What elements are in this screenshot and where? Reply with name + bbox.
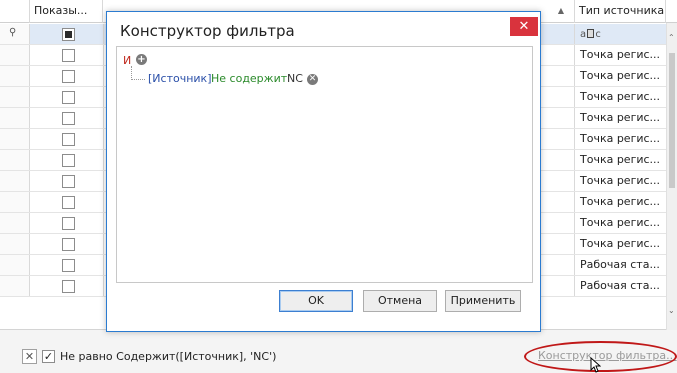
tree-connector-horizontal (131, 79, 145, 80)
cell-source-type[interactable]: Точка регис... (574, 45, 666, 65)
mouse-pointer-icon (590, 357, 601, 373)
filter-cell-source-type[interactable]: ac (574, 24, 666, 44)
column-separator (103, 66, 104, 86)
close-button[interactable]: ✕ (510, 17, 538, 36)
scrollbar-thumb[interactable] (669, 53, 675, 188)
row-checkbox[interactable] (62, 259, 75, 272)
scroll-down-icon[interactable]: ⌄ (668, 306, 675, 315)
filter-glyph-right: c (595, 29, 602, 40)
row-indicator (0, 87, 30, 107)
text-filter-icon: ac (580, 29, 601, 40)
condition-value[interactable]: NC (287, 72, 303, 85)
row-indicator (0, 213, 30, 233)
row-checkbox[interactable] (62, 154, 75, 167)
row-checkbox[interactable] (62, 91, 75, 104)
row-checkbox[interactable] (62, 112, 75, 125)
cell-source-type[interactable]: Рабочая ста... (574, 255, 666, 275)
row-checkbox[interactable] (62, 175, 75, 188)
cancel-button[interactable]: Отмена (363, 290, 437, 312)
row-checkbox[interactable] (62, 280, 75, 293)
cell-source-type[interactable]: Точка регис... (574, 213, 666, 233)
row-checkbox[interactable] (62, 133, 75, 146)
row-indicator (0, 276, 30, 296)
cell-source-type[interactable]: Точка регис... (574, 108, 666, 128)
row-indicator (0, 108, 30, 128)
clear-filter-button[interactable]: ✕ (22, 349, 37, 364)
column-separator (103, 171, 104, 191)
column-separator (103, 24, 104, 44)
cell-source-type[interactable]: Рабочая ста... (574, 276, 666, 296)
ok-button[interactable]: OK (279, 290, 353, 312)
cell-source-type[interactable]: Точка регис... (574, 192, 666, 212)
column-separator (103, 45, 104, 65)
cell-source-type[interactable]: Точка регис... (574, 150, 666, 170)
column-separator (103, 213, 104, 233)
cell-source-type[interactable]: Точка регис... (574, 171, 666, 191)
filter-expression-text[interactable]: Не равно Содержит([Источник], 'NC') (60, 350, 276, 363)
row-indicator (0, 129, 30, 149)
cell-source-type[interactable]: Точка регис... (574, 66, 666, 86)
condition-field[interactable]: [Источник] (148, 72, 211, 85)
column-separator (103, 87, 104, 107)
filter-checkbox[interactable] (62, 28, 75, 41)
column-separator (103, 150, 104, 170)
row-checkbox[interactable] (62, 238, 75, 251)
row-checkbox[interactable] (62, 217, 75, 230)
filter-glyph-left: a (580, 29, 587, 40)
column-separator (103, 192, 104, 212)
row-indicator (0, 45, 30, 65)
filter-enabled-checkbox[interactable]: ✓ (42, 350, 55, 363)
row-checkbox[interactable] (62, 196, 75, 209)
tree-connector (131, 66, 132, 80)
column-separator (103, 255, 104, 275)
row-indicator (0, 192, 30, 212)
cell-source-type[interactable]: Точка регис... (574, 129, 666, 149)
column-separator (103, 234, 104, 254)
scroll-up-icon[interactable]: ⌃ (668, 33, 675, 42)
vertical-scrollbar[interactable]: ⌃ ⌄ (666, 23, 677, 330)
column-separator (103, 276, 104, 296)
header-indicator-cell (0, 0, 30, 23)
column-separator (103, 129, 104, 149)
cell-source-type[interactable]: Точка регис... (574, 234, 666, 254)
filter-builder-dialog: Конструктор фильтра ✕ И + [Источник] Не … (106, 11, 541, 332)
row-checkbox[interactable] (62, 49, 75, 62)
remove-condition-icon[interactable]: ✕ (307, 74, 318, 85)
column-header-shown[interactable]: Показы... (30, 0, 103, 23)
sort-ascending-icon[interactable]: ▲ (548, 0, 574, 23)
row-checkbox[interactable] (62, 70, 75, 83)
cell-source-type[interactable]: Точка регис... (574, 87, 666, 107)
row-indicator (0, 255, 30, 275)
row-indicator (0, 234, 30, 254)
row-indicator (0, 150, 30, 170)
column-header-source-type[interactable]: Тип источника (574, 0, 666, 23)
condition-operator[interactable]: Не содержит (211, 72, 287, 85)
pin-icon: ⚲ (9, 27, 17, 38)
row-indicator (0, 171, 30, 191)
dialog-title: Конструктор фильтра (120, 22, 295, 40)
row-indicator (0, 66, 30, 86)
add-condition-icon[interactable]: + (136, 54, 147, 65)
apply-button[interactable]: Применить (445, 290, 521, 312)
filter-tree: И + [Источник] Не содержит NC ✕ (116, 46, 533, 283)
column-separator (103, 108, 104, 128)
filter-row-indicator: ⚲ (0, 24, 30, 44)
group-operator-and[interactable]: И (123, 54, 131, 67)
